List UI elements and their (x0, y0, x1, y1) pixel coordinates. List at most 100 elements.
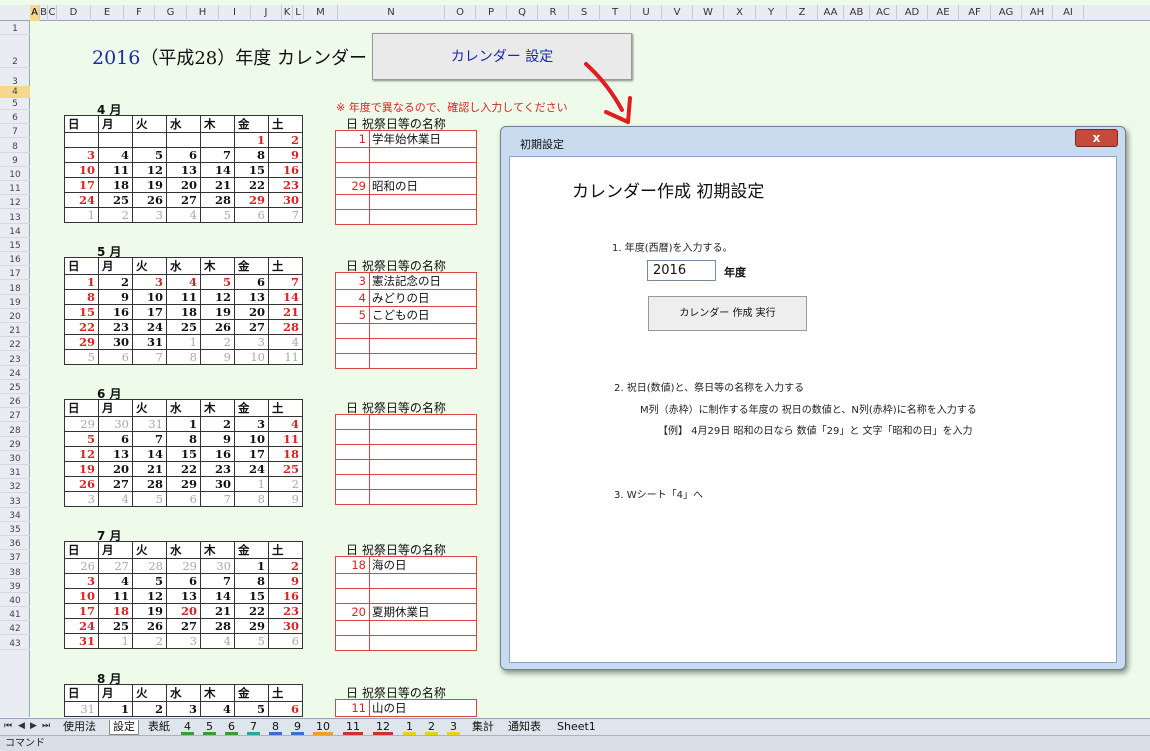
holiday-day-cell[interactable] (335, 162, 370, 178)
row-header-15[interactable]: 15 (0, 240, 30, 252)
day-cell[interactable]: 17 (64, 603, 99, 619)
day-cell[interactable]: 5 (132, 147, 167, 163)
holiday-day-cell[interactable]: 11 (335, 699, 370, 717)
day-cell[interactable]: 15 (166, 446, 201, 462)
holiday-day-cell[interactable]: 3 (335, 272, 370, 290)
day-cell[interactable]: 25 (98, 618, 133, 634)
column-header-l[interactable]: L (293, 5, 304, 21)
day-cell[interactable]: 1 (64, 274, 99, 290)
row-header-11[interactable]: 11 (0, 183, 30, 196)
day-cell[interactable]: 11 (268, 349, 303, 365)
holiday-day-cell[interactable] (335, 573, 370, 589)
day-cell[interactable]: 11 (268, 431, 303, 447)
day-cell[interactable]: 29 (64, 416, 99, 432)
row-header-8[interactable]: 8 (0, 141, 30, 153)
row-header-42[interactable]: 42 (0, 623, 30, 636)
holiday-day-cell[interactable]: 18 (335, 556, 370, 574)
day-cell[interactable]: 16 (98, 304, 133, 320)
day-cell[interactable]: 25 (166, 319, 201, 335)
day-cell[interactable]: 16 (200, 446, 235, 462)
holiday-day-cell[interactable] (335, 353, 370, 369)
sheet-tab[interactable]: 9 (291, 720, 304, 735)
day-cell[interactable]: 7 (200, 491, 235, 507)
day-cell[interactable]: 13 (234, 289, 269, 305)
column-header-d[interactable]: D (57, 5, 91, 21)
holiday-name-cell[interactable] (369, 147, 477, 163)
day-cell[interactable]: 2 (268, 558, 303, 574)
sheet-tab[interactable]: 10 (313, 720, 333, 735)
sheet-tab[interactable]: 5 (203, 720, 216, 735)
day-cell[interactable]: 13 (166, 588, 201, 604)
day-cell[interactable]: 6 (234, 207, 269, 223)
day-cell[interactable]: 14 (200, 588, 235, 604)
column-header-m[interactable]: M (304, 5, 338, 21)
day-cell[interactable]: 30 (98, 334, 133, 350)
holiday-name-cell[interactable] (369, 444, 477, 460)
day-cell[interactable]: 3 (234, 334, 269, 350)
column-header-s[interactable]: S (569, 5, 600, 21)
row-header-36[interactable]: 36 (0, 538, 30, 551)
day-cell[interactable]: 29 (64, 334, 99, 350)
day-cell[interactable]: 24 (64, 192, 99, 208)
sheet-tab[interactable]: 8 (269, 720, 282, 735)
day-cell[interactable]: 2 (268, 476, 303, 492)
row-header-22[interactable]: 22 (0, 339, 30, 352)
column-header-t[interactable]: T (600, 5, 631, 21)
day-cell[interactable]: 5 (234, 633, 269, 649)
column-header-y[interactable]: Y (756, 5, 787, 21)
row-header-38[interactable]: 38 (0, 567, 30, 579)
holiday-name-cell[interactable] (369, 573, 477, 589)
row-header-37[interactable]: 37 (0, 552, 30, 565)
day-cell[interactable]: 10 (132, 289, 167, 305)
day-cell[interactable]: 12 (132, 588, 167, 604)
holiday-day-cell[interactable] (335, 194, 370, 210)
day-cell[interactable]: 4 (166, 274, 201, 290)
day-cell[interactable]: 6 (268, 633, 303, 649)
column-header-u[interactable]: U (631, 5, 662, 21)
day-cell[interactable]: 31 (64, 633, 99, 649)
day-cell[interactable]: 21 (132, 461, 167, 477)
day-cell[interactable]: 11 (98, 162, 133, 178)
day-cell[interactable]: 19 (64, 461, 99, 477)
holiday-name-cell[interactable]: 海の日 (369, 556, 477, 574)
column-header-a[interactable]: A (30, 5, 40, 21)
sheet-tab[interactable]: 4 (181, 720, 194, 735)
holiday-day-cell[interactable]: 29 (335, 177, 370, 195)
holiday-day-cell[interactable]: 4 (335, 289, 370, 307)
holiday-day-cell[interactable] (335, 429, 370, 445)
row-header-30[interactable]: 30 (0, 453, 30, 465)
sheet-tab[interactable]: 12 (373, 720, 393, 735)
day-cell[interactable]: 4 (98, 573, 133, 589)
row-header-41[interactable]: 41 (0, 609, 30, 622)
column-header-ae[interactable]: AE (928, 5, 959, 21)
day-cell[interactable]: 6 (234, 274, 269, 290)
day-cell[interactable]: 31 (64, 701, 99, 717)
holiday-day-cell[interactable] (335, 474, 370, 490)
day-cell[interactable]: 9 (268, 491, 303, 507)
day-cell[interactable]: 3 (166, 633, 201, 649)
holiday-name-cell[interactable] (369, 162, 477, 178)
holiday-day-cell[interactable]: 5 (335, 306, 370, 324)
day-cell[interactable]: 20 (166, 603, 201, 619)
day-cell[interactable]: 29 (234, 192, 269, 208)
day-cell[interactable]: 14 (268, 289, 303, 305)
day-cell[interactable]: 4 (200, 701, 235, 717)
holiday-day-cell[interactable] (335, 588, 370, 604)
row-header-26[interactable]: 26 (0, 396, 30, 409)
row-header-12[interactable]: 12 (0, 197, 30, 210)
day-cell[interactable]: 19 (132, 177, 167, 193)
holiday-day-cell[interactable]: 20 (335, 603, 370, 621)
column-header-x[interactable]: X (724, 5, 756, 21)
holiday-name-cell[interactable] (369, 489, 477, 505)
holiday-day-cell[interactable]: 1 (335, 130, 370, 148)
day-cell[interactable]: 7 (200, 147, 235, 163)
day-cell[interactable]: 29 (166, 476, 201, 492)
day-cell[interactable] (200, 132, 235, 148)
day-cell[interactable]: 31 (132, 334, 167, 350)
day-cell[interactable]: 30 (98, 416, 133, 432)
day-cell[interactable]: 27 (234, 319, 269, 335)
day-cell[interactable]: 10 (64, 162, 99, 178)
row-header-23[interactable]: 23 (0, 354, 30, 366)
holiday-day-cell[interactable] (335, 414, 370, 430)
day-cell[interactable]: 6 (166, 147, 201, 163)
